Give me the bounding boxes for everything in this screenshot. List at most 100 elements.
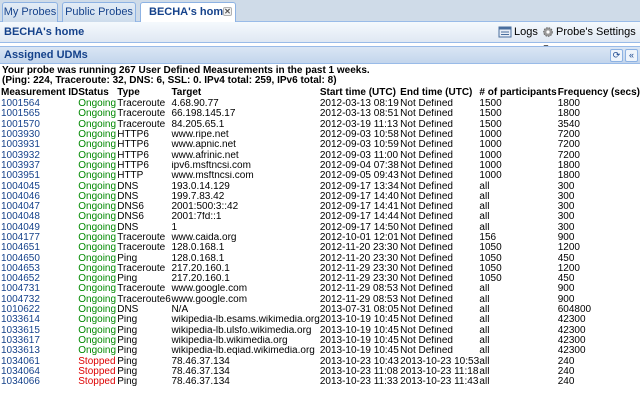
logs-label: Logs bbox=[514, 26, 538, 38]
column-header: Frequency (secs) bbox=[557, 87, 640, 98]
cell-measurement-id[interactable]: 1004047 bbox=[1, 202, 78, 212]
cell-end-time: Not Defined bbox=[400, 304, 453, 316]
cell-participants: 1050 bbox=[479, 263, 502, 274]
tab-bechas-home[interactable]: BECHA's home ✕ bbox=[140, 2, 236, 23]
tab-public-probes[interactable]: Public Probes bbox=[62, 2, 136, 22]
cell-status: Ongoing bbox=[78, 119, 117, 130]
cell-participants: all bbox=[479, 366, 490, 377]
cell-measurement-id[interactable]: 1010622 bbox=[1, 305, 78, 315]
table-row[interactable]: 1010622 Ongoing DNS N/A 2013-07-31 08:05 Not … bbox=[1, 305, 640, 315]
refresh-icon[interactable]: ⟳ bbox=[610, 49, 623, 62]
cell-status: Ongoing bbox=[78, 191, 117, 202]
probe-settings-button[interactable]: Probe's Settings ▼ bbox=[542, 25, 640, 52]
tab-bechas-home-label: BECHA's home bbox=[149, 6, 230, 18]
cell-measurement-id[interactable]: 1004049 bbox=[1, 223, 78, 233]
cell-end-time: Not Defined bbox=[400, 171, 453, 182]
table-row[interactable]: 1003937 Ongoing HTTP6 ipv6.msftncsi.com 2012… bbox=[1, 161, 640, 171]
table-row[interactable]: 1004047 Ongoing DNS6 2001:500:3::42 2012-09-… bbox=[1, 202, 640, 212]
collapse-icon[interactable]: « bbox=[625, 49, 638, 62]
probe-settings-label: Probe's Settings bbox=[556, 26, 636, 38]
cell-type: DNS bbox=[117, 304, 139, 316]
table-row[interactable]: 1004652 Ongoing Ping 217.20.160.1 2012-11-29… bbox=[1, 274, 640, 284]
cell-type: Traceroute bbox=[117, 109, 166, 120]
cell-measurement-id[interactable]: 1033614 bbox=[1, 315, 78, 325]
table-row[interactable]: 1034064 Stopped Ping 78.46.37.134 2013-10-23… bbox=[1, 367, 640, 377]
table-row[interactable]: 1033613 Ongoing Ping wikipedia-lb.eqiad.wik… bbox=[1, 346, 640, 356]
cell-type: Traceroute bbox=[117, 243, 166, 254]
cell-target: 78.46.37.134 bbox=[171, 377, 230, 388]
cell-measurement-id[interactable]: 1004652 bbox=[1, 274, 78, 284]
cell-type: Traceroute bbox=[117, 119, 166, 130]
cell-measurement-id[interactable]: 1003930 bbox=[1, 130, 78, 140]
cell-frequency: 604800 bbox=[557, 304, 592, 316]
cell-participants: 1000 bbox=[479, 140, 502, 151]
cell-target: 2001:500:3::42 bbox=[171, 201, 239, 213]
cell-participants: 156 bbox=[479, 232, 497, 243]
table-row[interactable]: 1003951 Ongoing HTTP www.msftncsi.com 2012-0… bbox=[1, 171, 640, 181]
table-row[interactable]: 1004651 Ongoing Traceroute 128.0.168.1 2012-… bbox=[1, 243, 640, 253]
cell-participants: all bbox=[479, 325, 490, 336]
table-row[interactable]: 1003930 Ongoing HTTP6 www.ripe.net 2012-09-0… bbox=[1, 130, 640, 140]
cell-start-time: 2012-11-29 08:53 bbox=[319, 284, 399, 295]
table-row[interactable]: 1004731 Ongoing Traceroute www.google.com 20… bbox=[1, 284, 640, 294]
table-row[interactable]: 1004049 Ongoing DNS 1 2012-09-17 14:50 Not De… bbox=[1, 223, 640, 233]
cell-measurement-id[interactable]: 1003932 bbox=[1, 150, 78, 160]
cell-measurement-id[interactable]: 1003931 bbox=[1, 140, 78, 150]
cell-measurement-id[interactable]: 1004045 bbox=[1, 181, 78, 191]
cell-status: Ongoing bbox=[78, 325, 117, 336]
cell-measurement-id[interactable]: 1033615 bbox=[1, 326, 78, 336]
close-icon[interactable]: ✕ bbox=[223, 7, 232, 16]
table-row[interactable]: 1004046 Ongoing DNS 199.7.83.42 2012-09-17 1… bbox=[1, 192, 640, 202]
cell-measurement-id[interactable]: 1004651 bbox=[1, 243, 78, 253]
cell-frequency: 42300 bbox=[557, 346, 586, 357]
cell-target: 128.0.168.1 bbox=[171, 253, 225, 264]
table-row[interactable]: 1034066 Stopped Ping 78.46.37.134 2013-10-23… bbox=[1, 377, 640, 387]
cell-measurement-id[interactable]: 1033613 bbox=[1, 346, 78, 356]
cell-measurement-id[interactable]: 1004731 bbox=[1, 284, 78, 294]
cell-measurement-id[interactable]: 1004650 bbox=[1, 253, 78, 263]
column-header: Type bbox=[117, 87, 140, 98]
table-row[interactable]: 1004177 Ongoing Traceroute www.caida.org 201… bbox=[1, 233, 640, 243]
table-row[interactable]: 1004732 Ongoing Traceroute6 www.google.com 2… bbox=[1, 295, 640, 305]
table-row[interactable]: 1001564 Ongoing Traceroute 4.68.90.77 2012-0… bbox=[1, 99, 640, 109]
table-row[interactable]: 1004045 Ongoing DNS 193.0.14.129 2012-09-17 … bbox=[1, 181, 640, 191]
table-row[interactable]: 1001570 Ongoing Traceroute 84.205.65.1 2012-… bbox=[1, 120, 640, 130]
cell-type: HTTP bbox=[117, 171, 144, 182]
cell-measurement-id[interactable]: 1004048 bbox=[1, 212, 78, 222]
cell-measurement-id[interactable]: 1004732 bbox=[1, 295, 78, 305]
table-row[interactable]: 1033617 Ongoing Ping wikipedia-lb.wikimedia… bbox=[1, 336, 640, 346]
cell-status: Ongoing bbox=[78, 284, 117, 295]
table-row[interactable]: 1004650 Ongoing Ping 128.0.168.1 2012-11-20 … bbox=[1, 253, 640, 263]
tab-my-probes[interactable]: My Probes bbox=[2, 2, 58, 22]
table-row[interactable]: 1004048 Ongoing DNS6 2001:7fd::1 2012-09-17 … bbox=[1, 212, 640, 222]
cell-target: 78.46.37.134 bbox=[171, 356, 230, 367]
logs-button[interactable]: Logs bbox=[498, 25, 538, 40]
table-row[interactable]: 1004653 Ongoing Traceroute 217.20.160.1 2012… bbox=[1, 264, 640, 274]
cell-measurement-id[interactable]: 1034061 bbox=[1, 356, 78, 366]
cell-measurement-id[interactable]: 1033617 bbox=[1, 336, 78, 346]
cell-measurement-id[interactable]: 1003951 bbox=[1, 171, 78, 181]
cell-target: wikipedia-lb.ulsfo.wikimedia.org bbox=[171, 325, 312, 336]
cell-type: DNS bbox=[117, 191, 139, 202]
cell-start-time: 2012-09-03 11:00 bbox=[319, 150, 399, 161]
table-row[interactable]: 1033614 Ongoing Ping wikipedia-lb.esams.wik… bbox=[1, 315, 640, 325]
cell-measurement-id[interactable]: 1004177 bbox=[1, 233, 78, 243]
cell-end-time: Not Defined bbox=[400, 294, 453, 305]
table-row[interactable]: 1001565 Ongoing Traceroute 66.198.145.17 201… bbox=[1, 109, 640, 119]
cell-status: Stopped bbox=[78, 366, 116, 377]
cell-measurement-id[interactable]: 1034064 bbox=[1, 367, 78, 377]
cell-frequency: 1800 bbox=[557, 109, 580, 120]
table-row[interactable]: 1003931 Ongoing HTTP6 www.apnic.net 2012-09-… bbox=[1, 140, 640, 150]
table-row[interactable]: 1033615 Ongoing Ping wikipedia-lb.ulsfo.wik… bbox=[1, 326, 640, 336]
cell-measurement-id[interactable]: 1003937 bbox=[1, 161, 78, 171]
cell-measurement-id[interactable]: 1001564 bbox=[1, 99, 78, 109]
cell-measurement-id[interactable]: 1004046 bbox=[1, 192, 78, 202]
table-row[interactable]: 1034061 Stopped Ping 78.46.37.134 2013-10-23… bbox=[1, 356, 640, 366]
cell-measurement-id[interactable]: 1034066 bbox=[1, 377, 78, 387]
cell-status: Ongoing bbox=[78, 171, 117, 182]
cell-measurement-id[interactable]: 1004653 bbox=[1, 264, 78, 274]
cell-measurement-id[interactable]: 1001570 bbox=[1, 120, 78, 130]
table-row[interactable]: 1003932 Ongoing HTTP6 www.afrinic.net 2012-0… bbox=[1, 150, 640, 160]
cell-frequency: 450 bbox=[557, 274, 575, 285]
cell-measurement-id[interactable]: 1001565 bbox=[1, 109, 78, 119]
